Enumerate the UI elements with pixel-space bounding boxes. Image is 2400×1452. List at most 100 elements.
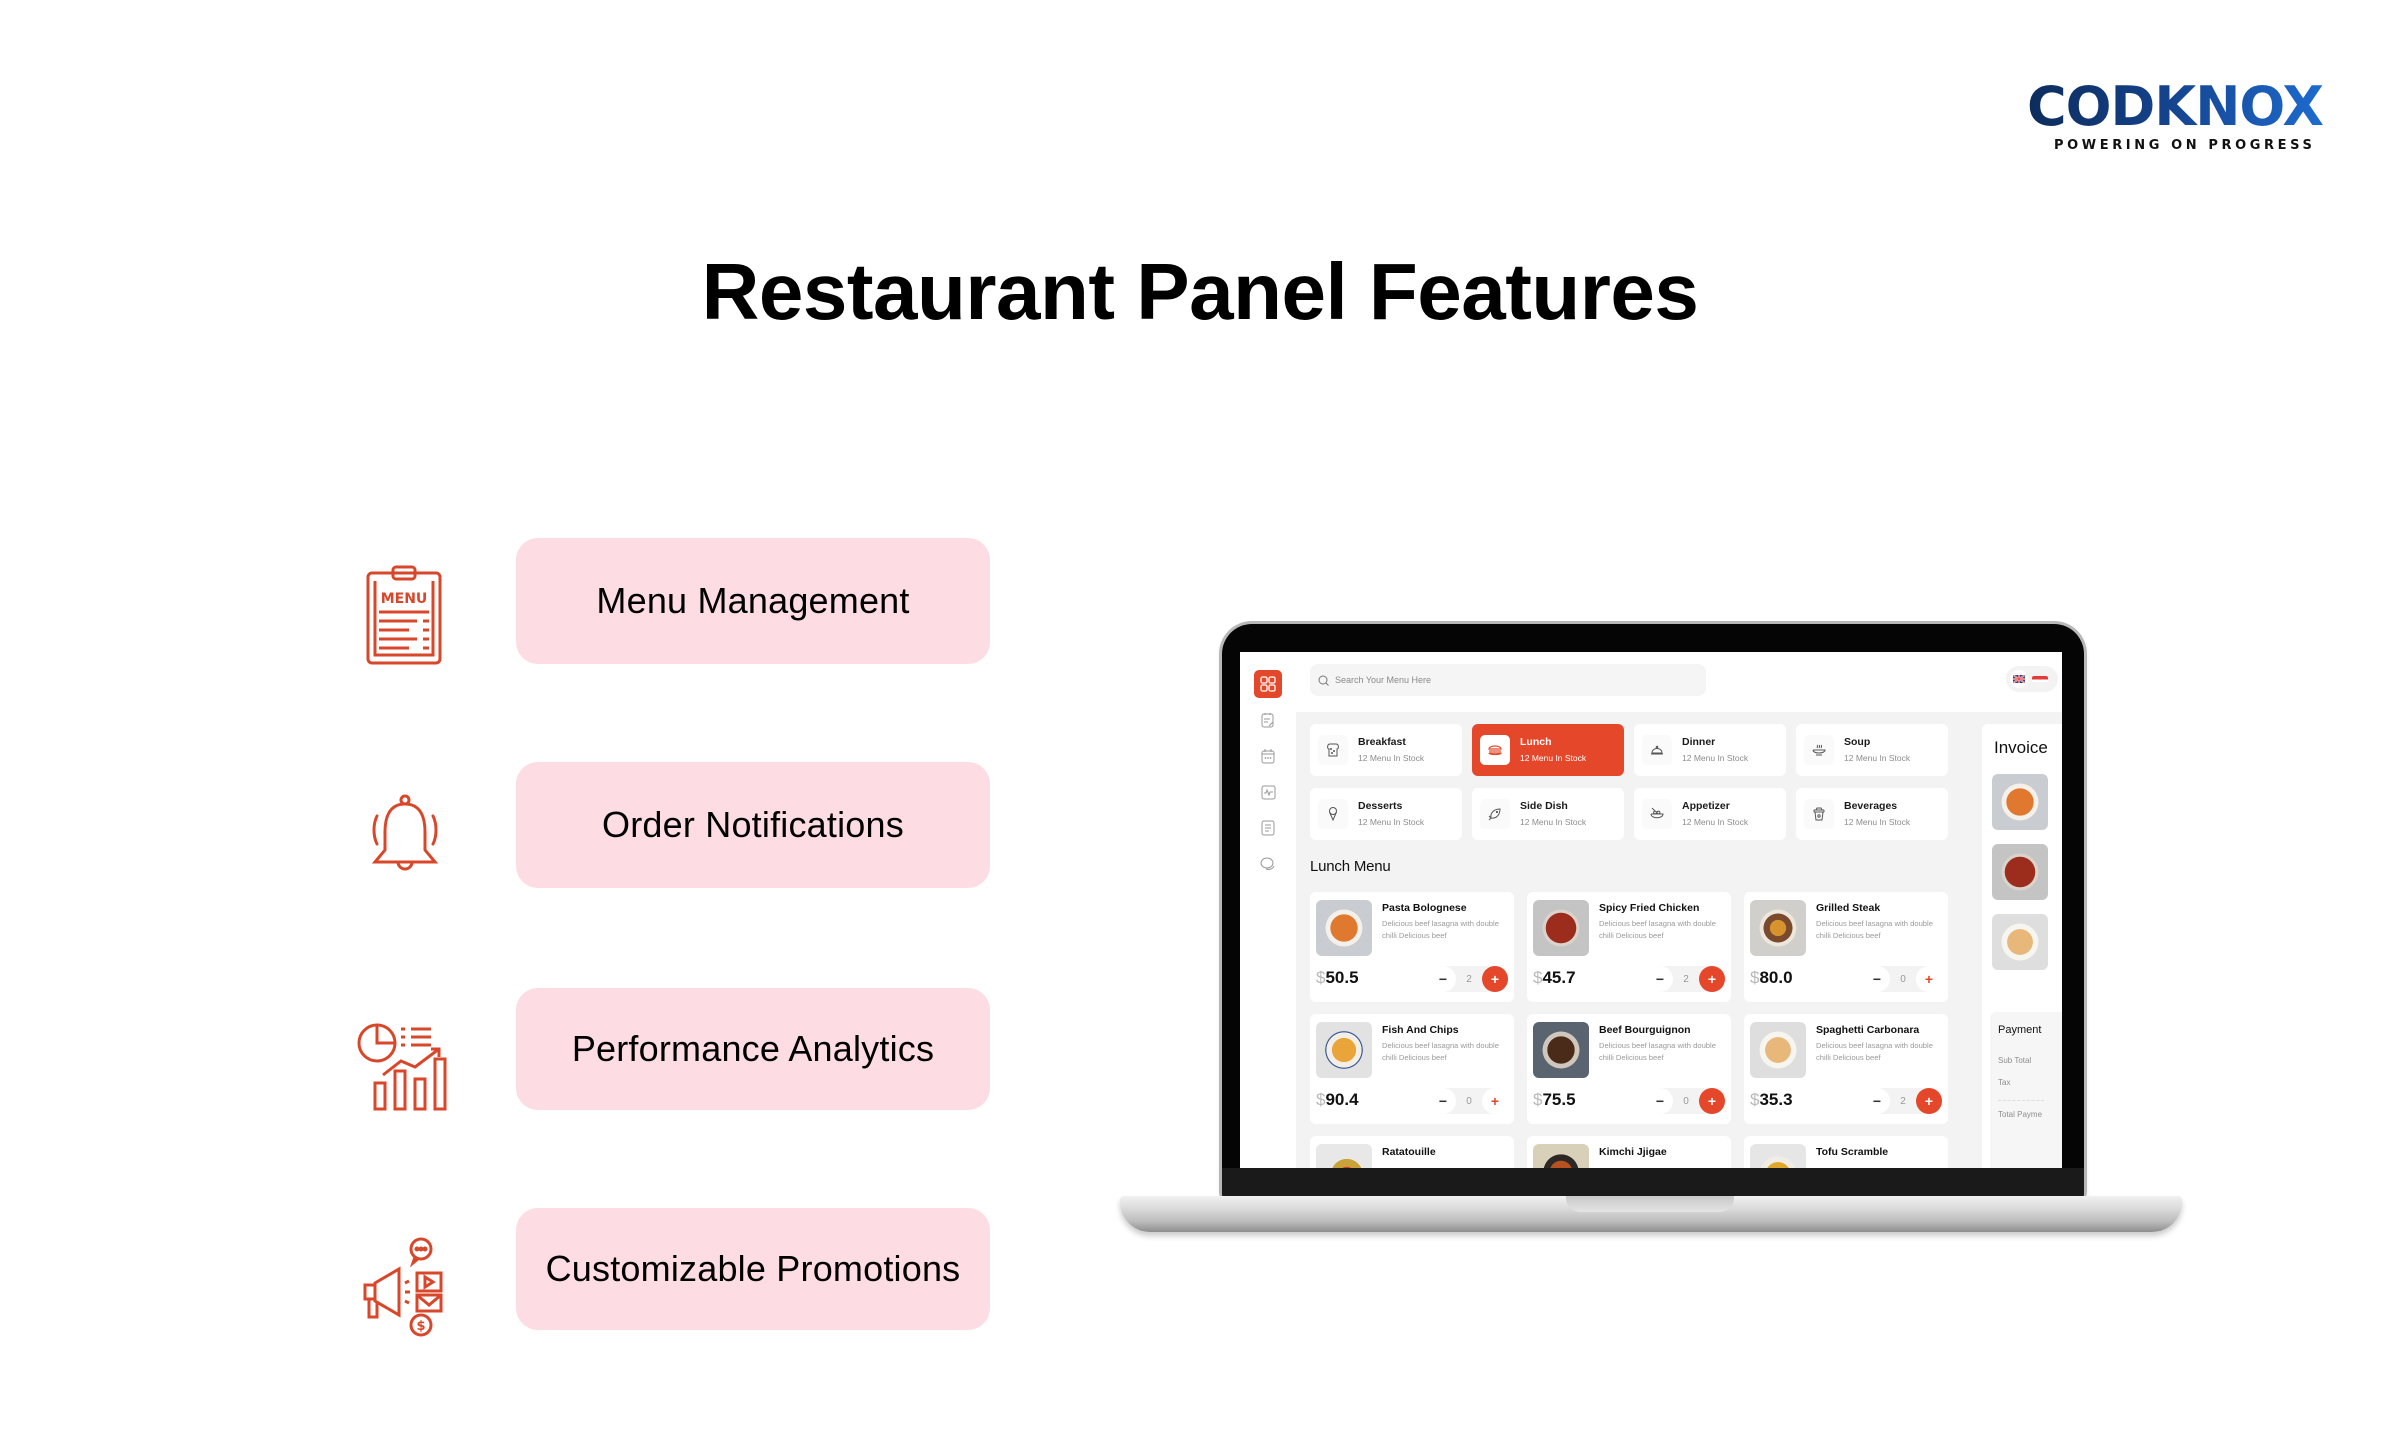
divider — [1998, 1100, 2044, 1101]
quantity-value: 0 — [1466, 1095, 1472, 1107]
dish-card[interactable]: Kimchi Jjigae — [1527, 1136, 1731, 1168]
language-switcher[interactable] — [2006, 666, 2058, 692]
category-stock: 12 Menu In Stock — [1844, 753, 1911, 763]
increment-button[interactable]: + — [1916, 1088, 1942, 1114]
total-payment-label: Total Payme — [1998, 1110, 2043, 1119]
feature-customizable-promotions: $ Customizable Promotions — [350, 1208, 990, 1338]
category-name: Beverages — [1844, 800, 1898, 812]
dish-card[interactable]: Beef Bourguignon Delicious beef lasagna … — [1527, 1014, 1731, 1124]
quantity-value: 0 — [1900, 973, 1906, 985]
calendar-icon — [1261, 749, 1275, 764]
dish-image — [1316, 900, 1372, 956]
decrement-button[interactable]: − — [1864, 966, 1890, 992]
dish-card[interactable]: Pasta Bolognese Delicious beef lasagna w… — [1310, 892, 1514, 1002]
bell-icon — [350, 782, 460, 892]
feature-pill: Performance Analytics — [516, 988, 990, 1110]
svg-text:$: $ — [416, 1319, 425, 1334]
category-stock: 12 Menu In Stock — [1520, 753, 1587, 763]
app-screen: Search Your Menu Here Breakfast 12 Menu I… — [1240, 652, 2062, 1168]
decrement-button[interactable]: − — [1864, 1088, 1890, 1114]
feature-pill: Order Notifications — [516, 762, 990, 888]
laptop-notch — [1566, 1196, 1734, 1212]
sidebar-item-calendar[interactable] — [1254, 742, 1282, 770]
dish-card[interactable]: Spicy Fried Chicken Delicious beef lasag… — [1527, 892, 1731, 1002]
dish-name: Spaghetti Carbonara — [1816, 1024, 1920, 1036]
category-beverages[interactable]: Beverages 12 Menu In Stock — [1796, 788, 1948, 840]
decrement-button[interactable]: − — [1430, 1088, 1456, 1114]
quantity-value: 2 — [1900, 1095, 1906, 1107]
decrement-button[interactable]: − — [1430, 966, 1456, 992]
logo-tagline: POWERING ON PROGRESS — [2054, 138, 2316, 153]
decrement-button[interactable]: − — [1647, 1088, 1673, 1114]
dish-description: Delicious beef lasagna with double chill… — [1816, 1041, 1933, 1062]
quantity-stepper: − 0 + — [1864, 966, 1942, 992]
sidebar-item-chat[interactable] — [1254, 850, 1282, 878]
dish-description: Delicious beef lasagna with double chill… — [1599, 1041, 1716, 1062]
dish-price: $35.3 — [1750, 1090, 1793, 1109]
dish-description: Delicious beef lasagna with double chill… — [1382, 919, 1499, 940]
dish-description: Delicious beef lasagna with double chill… — [1816, 919, 1933, 940]
dish-description: Delicious beef lasagna with double chill… — [1599, 919, 1716, 940]
indonesia-flag-icon[interactable] — [2032, 676, 2048, 682]
sidebar-item-notes[interactable] — [1254, 706, 1282, 734]
brand-logo: CODKNOX POWERING ON PROGRESS — [2010, 78, 2340, 154]
dish-card[interactable]: Ratatouille — [1310, 1136, 1514, 1168]
category-grid: Breakfast 12 Menu In Stock Lunch 12 Menu I… — [1310, 724, 1966, 840]
dish-image — [1316, 1144, 1372, 1168]
feature-performance-analytics: Performance Analytics — [350, 988, 990, 1118]
category-dinner[interactable]: Dinner 12 Menu In Stock — [1634, 724, 1786, 776]
dish-price: $80.0 — [1750, 968, 1793, 987]
increment-button[interactable]: + — [1482, 1088, 1508, 1114]
dish-name: Pasta Bolognese — [1382, 902, 1467, 914]
category-name: Soup — [1844, 736, 1871, 748]
dashboard-grid-icon — [1260, 676, 1276, 692]
app-sidebar — [1240, 652, 1296, 1168]
category-stock: 12 Menu In Stock — [1520, 817, 1587, 827]
dish-card[interactable]: Tofu Scramble — [1744, 1136, 1948, 1168]
invoice-item-image — [1992, 914, 2048, 970]
search-input[interactable]: Search Your Menu Here — [1310, 664, 1706, 696]
category-side-dish[interactable]: Side Dish 12 Menu In Stock — [1472, 788, 1624, 840]
burger-icon — [1480, 735, 1510, 765]
quantity-stepper: − 2 + — [1864, 1088, 1942, 1114]
search-icon — [1318, 675, 1329, 686]
dish-card[interactable]: Grilled Steak Delicious beef lasagna wit… — [1744, 892, 1948, 1002]
dish-image — [1750, 1144, 1806, 1168]
category-soup[interactable]: Soup 12 Menu In Stock — [1796, 724, 1948, 776]
category-lunch[interactable]: Lunch 12 Menu In Stock — [1472, 724, 1624, 776]
category-desserts[interactable]: Desserts 12 Menu In Stock — [1310, 788, 1462, 840]
feature-menu-management: MENU Menu Management — [350, 538, 990, 668]
dish-price: $75.5 — [1533, 1090, 1576, 1109]
dish-card[interactable]: Fish And Chips Delicious beef lasagna wi… — [1310, 1014, 1514, 1124]
category-breakfast[interactable]: Breakfast 12 Menu In Stock — [1310, 724, 1462, 776]
category-name: Breakfast — [1358, 736, 1406, 748]
cloche-icon — [1642, 735, 1672, 765]
tax-label: Tax — [1998, 1078, 2011, 1087]
dish-name: Beef Bourguignon — [1599, 1024, 1691, 1036]
category-appetizer[interactable]: Appetizer 12 Menu In Stock — [1634, 788, 1786, 840]
invoice-item-image — [1992, 774, 2048, 830]
payment-summary: Payment Sub Total Tax Total Payme — [1990, 1012, 2062, 1168]
category-stock: 12 Menu In Stock — [1682, 817, 1749, 827]
megaphone-promotion-icon: $ — [350, 1232, 460, 1342]
increment-button[interactable]: + — [1916, 966, 1942, 992]
category-stock: 12 Menu In Stock — [1844, 817, 1911, 827]
notes-edit-icon — [1261, 713, 1274, 728]
decrement-button[interactable]: − — [1647, 966, 1673, 992]
increment-button[interactable]: + — [1482, 966, 1508, 992]
invoice-title: Invoice — [1994, 738, 2048, 757]
subtotal-label: Sub Total — [1998, 1056, 2032, 1065]
dish-name: Spicy Fried Chicken — [1599, 902, 1700, 914]
increment-button[interactable]: + — [1699, 966, 1725, 992]
dish-card[interactable]: Spaghetti Carbonara Delicious beef lasag… — [1744, 1014, 1948, 1124]
sidebar-item-analytics[interactable] — [1254, 778, 1282, 806]
invoice-item-image — [1992, 844, 2048, 900]
sidebar-item-dashboard[interactable] — [1254, 670, 1282, 698]
analytics-chart-icon — [350, 1010, 460, 1120]
uk-flag-icon[interactable] — [2010, 670, 2028, 688]
payment-title: Payment — [1998, 1024, 2042, 1036]
increment-button[interactable]: + — [1699, 1088, 1725, 1114]
category-stock: 12 Menu In Stock — [1358, 817, 1425, 827]
sidebar-item-documents[interactable] — [1254, 814, 1282, 842]
salad-bowl-icon — [1642, 799, 1672, 829]
